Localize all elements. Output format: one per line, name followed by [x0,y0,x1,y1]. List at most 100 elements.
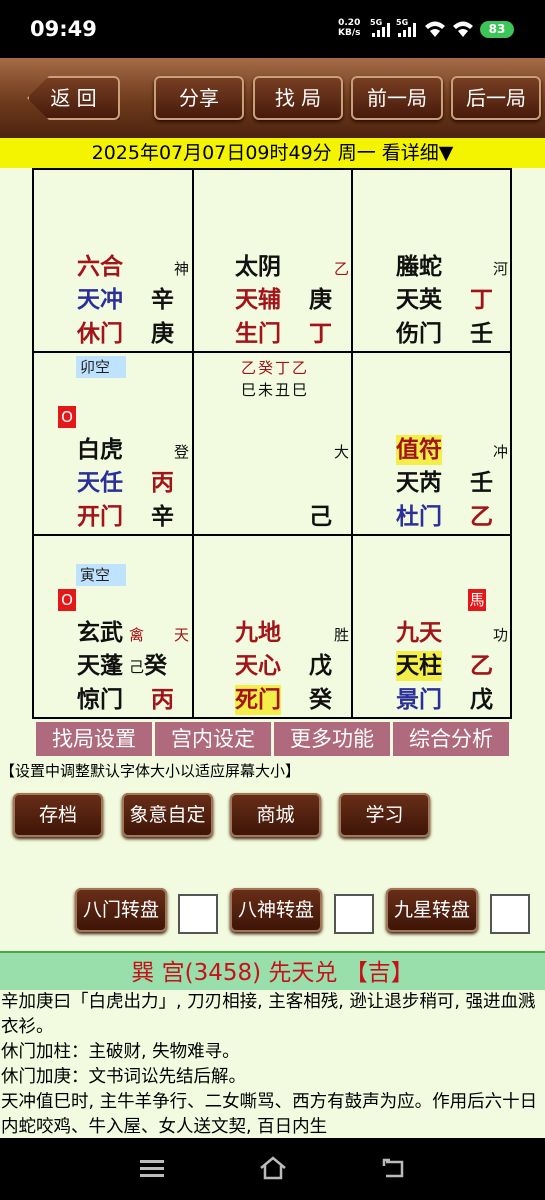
rotate-gods-button[interactable]: 八神转盘 [230,888,322,932]
god-side-label: 神 [174,260,190,278]
god-label: 螣蛇 [396,254,442,280]
palace-cell[interactable]: 馬 九天 功 天柱 乙 景门 戊 [353,536,510,717]
custom-meaning-button[interactable]: 象意自定 [122,793,213,837]
star-stem: 丁 [470,287,493,313]
next-chart-button[interactable]: 后一局 [451,76,541,120]
share-button[interactable]: 分享 [154,76,244,120]
menu-icon[interactable] [140,1158,164,1178]
palace-title: 巽 宫(3458) 先天兑 【吉】 [0,951,545,991]
god-label: 白虎 [77,437,123,463]
wifi-icon [452,20,474,38]
center-stem: 己 [309,504,332,530]
palace-cell-center[interactable]: 乙癸丁乙 巳未丑巳 大 己 [194,353,353,536]
god-side-label: 天 [174,626,190,644]
palace-cell[interactable]: 卯空 O 白虎 登 天任 丙 开门 辛 [34,353,194,536]
god-label: 值符 [396,435,442,465]
palace-cell[interactable]: 六合 神 天冲 辛 休门 庚 [34,170,194,353]
battery-indicator: 83 [480,21,514,38]
star-label: 天蓬 [77,653,123,679]
rotate-doors-checkbox[interactable] [178,894,218,934]
tab-palace-settings[interactable]: 宫内设定 [155,722,271,756]
rotate-stars-button[interactable]: 九星转盘 [386,888,478,932]
god-side-label: 胜 [334,626,350,644]
star-label: 天冲 [77,287,123,313]
desc-line: 休门加柱：主破财, 失物难寻。 [1,1042,240,1062]
palace-description: 辛加庚曰「白虎出力」, 刀刃相接, 主客相残, 逊让退步稍可, 强进血溅衣衫。 … [0,990,545,1138]
star-stem: 庚 [309,287,332,313]
star-stem: 乙 [470,653,493,679]
star-label: 天任 [77,470,123,496]
top-toolbar: 返 回 分享 找 局 前一局 后一局 [0,58,545,138]
tab-more-functions[interactable]: 更多功能 [274,722,390,756]
door-stem: 庚 [151,321,174,347]
star-stem: 癸 [144,653,167,679]
door-stem: 辛 [151,504,174,530]
tab-analysis[interactable]: 综合分析 [393,722,509,756]
cell-signal-icon: 5G [396,18,418,38]
center-stems-top: 乙癸丁乙 [241,359,310,377]
door-label: 死门 [235,685,281,715]
door-label: 开门 [77,504,123,530]
palace-cell[interactable]: 螣蛇 河 天英 丁 伤门 壬 [353,170,510,353]
rotate-stars-checkbox[interactable] [490,894,530,934]
palace-cell[interactable]: 九地 胜 天心 戊 死门 癸 [194,536,353,717]
door-stem: 戊 [470,687,493,713]
palace-cell[interactable]: 寅空 O 玄武 禽 天 天蓬 己 癸 惊门 丙 [34,536,194,717]
side-label: 大 [334,443,350,461]
god-side-label: 冲 [493,443,509,461]
god-side-label: 河 [493,260,509,278]
god-label: 玄武 [77,620,123,646]
door-stem: 壬 [470,321,493,347]
marker-badge: O [58,589,76,611]
rotate-doors-button[interactable]: 八门转盘 [75,888,167,932]
prev-chart-button[interactable]: 前一局 [351,76,443,120]
learn-button[interactable]: 学习 [339,793,430,837]
star-stem: 丙 [151,470,174,496]
god-extra: 禽 [129,626,145,644]
system-nav-bar [0,1138,545,1200]
star-label: 天柱 [396,651,442,681]
star-label: 天芮 [396,470,442,496]
clock: 09:49 [30,17,97,41]
god-label: 九地 [235,620,281,646]
door-label: 休门 [77,321,123,347]
star-stem-small: 己 [129,658,145,676]
door-label: 伤门 [396,321,442,347]
home-icon[interactable] [258,1155,288,1181]
network-rate: 0.20 KB/s [338,18,361,38]
qimen-chart-grid: 六合 神 天冲 辛 休门 庚 太阴 乙 天辅 庚 生门 丁 螣蛇 河 天英 丁 … [32,168,512,719]
back-button[interactable]: 返 回 [27,76,120,120]
god-side-label: 登 [174,443,190,461]
door-label: 生门 [235,321,281,347]
horse-badge: 馬 [468,589,486,611]
save-button[interactable]: 存档 [13,793,103,837]
star-label: 天英 [396,287,442,313]
tab-find-settings[interactable]: 找局设置 [36,722,152,756]
star-stem: 辛 [151,287,174,313]
marker-badge: O [58,406,76,428]
cell-signal-icon: 5G [370,18,392,38]
store-button[interactable]: 商城 [230,793,321,837]
door-label: 杜门 [396,504,442,530]
center-stems-bottom: 巳未丑巳 [241,381,310,399]
palace-cell[interactable]: 值符 冲 天芮 壬 杜门 乙 [353,353,510,536]
door-stem: 癸 [309,687,332,713]
date-detail-bar[interactable]: 2025年07月07日09时49分 周一 看详细▼ [0,138,545,168]
desc-line: 天冲值巳时, 主牛羊争行、二女嘶骂、西方有鼓声为应。作用后六十日内蛇咬鸡、牛入屋… [1,1092,538,1137]
door-stem: 丁 [309,321,332,347]
god-label: 六合 [77,254,123,280]
font-size-hint: 【设置中调整默认字体大小以适应屏幕大小】 [0,762,301,780]
wifi-icon [424,20,446,38]
void-tag: 卯空 [76,356,126,378]
void-tag: 寅空 [76,564,126,586]
star-stem: 壬 [470,470,493,496]
door-stem: 丙 [151,687,174,713]
star-stem: 戊 [309,653,332,679]
star-label: 天心 [235,653,281,679]
rotate-gods-checkbox[interactable] [334,894,374,934]
back-nav-icon[interactable] [380,1157,408,1179]
god-side-label: 乙 [334,260,350,278]
palace-cell[interactable]: 太阴 乙 天辅 庚 生门 丁 [194,170,353,353]
god-label: 太阴 [235,254,281,280]
find-button[interactable]: 找 局 [253,76,343,120]
